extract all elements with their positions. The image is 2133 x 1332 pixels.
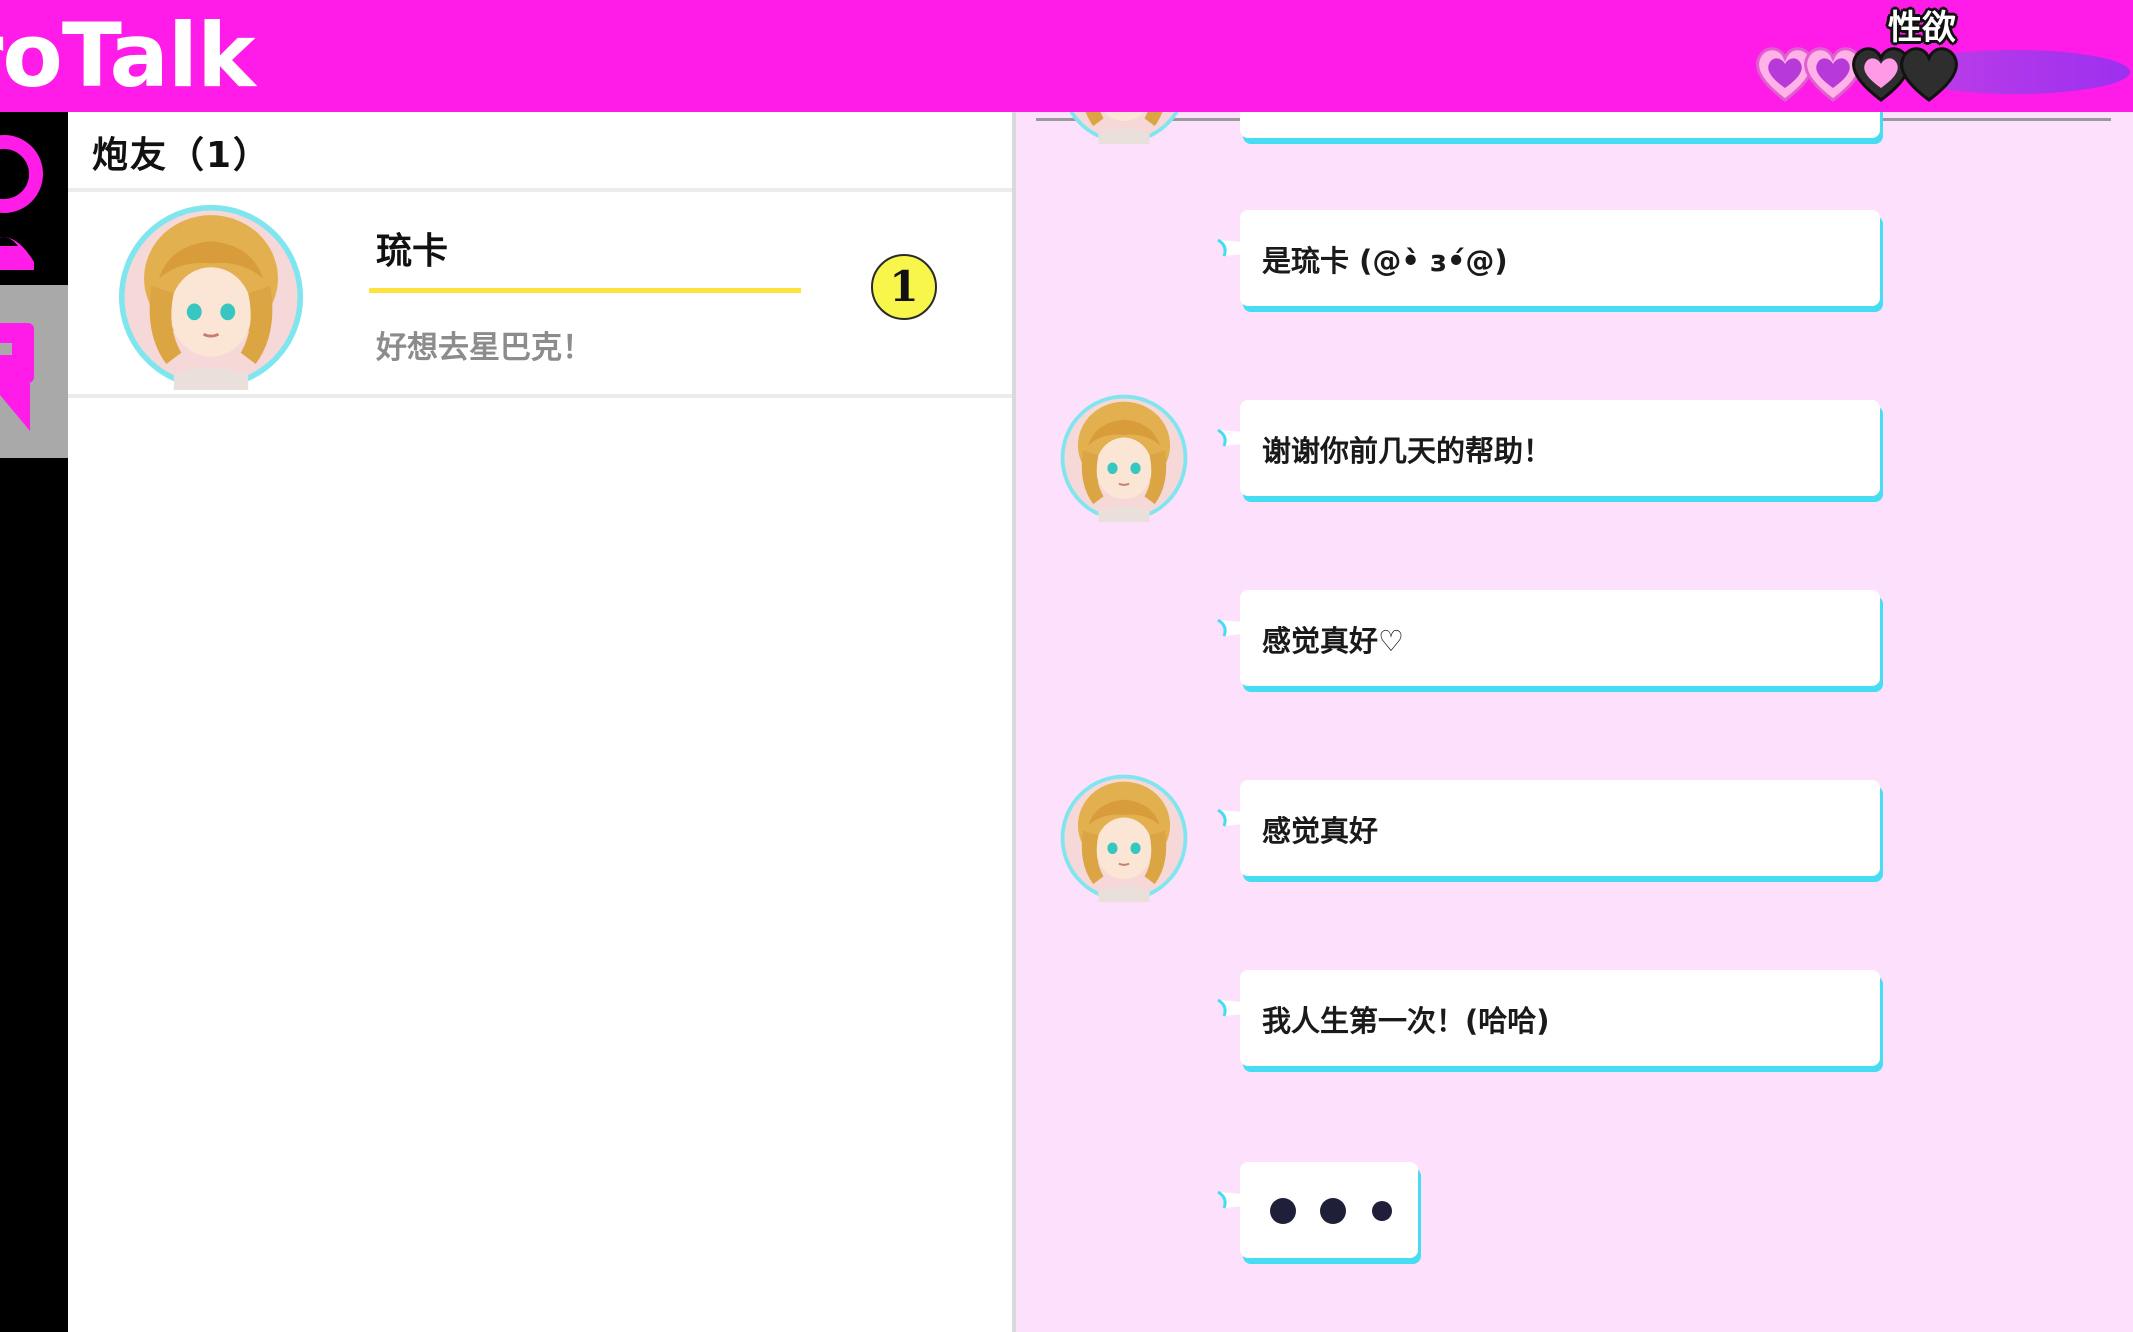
- chat-panel: 是琉卡 (@•̀ з•́@) 谢谢你前几天的帮助！ 感觉真好♡ 感觉真好 我人生…: [1016, 112, 2133, 1332]
- chat-message-bubble: 我人生第一次！(哈哈): [1240, 970, 1880, 1066]
- chat-message-bubble: 谢谢你前几天的帮助！: [1240, 400, 1880, 496]
- contact-list-title: 炮友（1）: [92, 135, 272, 176]
- typing-dot: [1372, 1201, 1392, 1221]
- sidebar-tab-contacts[interactable]: [0, 112, 68, 285]
- chat-avatar: [1060, 112, 1188, 144]
- chat-message-text: 谢谢你前几天的帮助！: [1262, 434, 1553, 468]
- chat-message-text: 我人生第一次！(哈哈): [1262, 1004, 1550, 1038]
- unread-count-badge: 1: [871, 254, 937, 320]
- chat-avatar: [1060, 394, 1188, 522]
- contact-list-item[interactable]: 琉卡 好想去星巴克！ 1: [68, 192, 1012, 398]
- typing-dot: [1270, 1198, 1296, 1224]
- top-bar: roTalk 性欲: [0, 0, 2133, 112]
- chat-message-bubble: 感觉真好♡: [1240, 590, 1880, 686]
- bubble-tail-icon: [1214, 618, 1244, 638]
- sidebar-tab-chat[interactable]: [0, 285, 68, 458]
- sidebar: [0, 112, 68, 1332]
- chat-message-text: 感觉真好♡: [1262, 624, 1404, 658]
- person-icon: [0, 135, 43, 270]
- bubble-tail-icon: [1214, 808, 1244, 828]
- chat-icon: [0, 323, 34, 431]
- chat-message-bubble: 是琉卡 (@•̀ з•́@): [1240, 210, 1880, 306]
- contact-list-panel: 炮友（1） 琉卡 好想去星巴克！ 1: [68, 112, 1012, 1332]
- app-title: roTalk: [0, 4, 256, 107]
- chat-message-bubble: [1240, 112, 1880, 138]
- desire-heart-icon: [1900, 47, 1958, 102]
- contact-list-header: 炮友（1）: [68, 112, 1012, 192]
- bubble-tail-icon: [1214, 238, 1244, 258]
- chat-avatar: [1060, 774, 1188, 902]
- chat-message-text: 感觉真好: [1262, 814, 1379, 848]
- bubble-tail-icon: [1214, 1190, 1244, 1210]
- contact-name-underline: [369, 288, 801, 293]
- bubble-tail-icon: [1214, 428, 1244, 448]
- bubble-tail-icon: [1214, 998, 1244, 1018]
- chat-message-bubble: 感觉真好: [1240, 780, 1880, 876]
- contact-avatar: [118, 204, 304, 390]
- typing-dot: [1320, 1198, 1346, 1224]
- chat-message-text: 是琉卡 (@•̀ з•́@): [1262, 244, 1508, 278]
- contact-name: 琉卡: [376, 231, 449, 272]
- typing-indicator: [1240, 1162, 1418, 1258]
- contact-last-message: 好想去星巴克！: [376, 330, 593, 366]
